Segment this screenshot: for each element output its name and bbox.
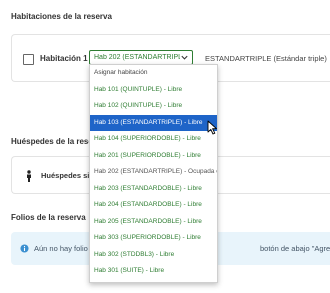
room-type-text: ESTANDARTRIPLE (Estándar triple) bbox=[205, 54, 327, 63]
dropdown-option[interactable]: Hab 204 (ESTANDARDOBLE) - Libre bbox=[90, 197, 217, 214]
dropdown-option[interactable]: Asignar habitación bbox=[90, 65, 217, 82]
dropdown-option[interactable]: Hab 101 (QUINTUPLE) - Libre bbox=[90, 82, 217, 99]
room-checkbox[interactable] bbox=[23, 54, 34, 65]
mouse-cursor-icon bbox=[207, 120, 217, 135]
dropdown-option[interactable]: Hab 303 (SUPERIORDOBLE) - Libre bbox=[90, 230, 217, 247]
info-icon bbox=[20, 244, 29, 253]
guests-label: Huéspedes sin bbox=[41, 171, 94, 180]
dropdown-option-occupied[interactable]: Hab 202 (ESTANDARTRIPLE) - Ocupada o blo… bbox=[90, 164, 217, 181]
info-text-left: Aún no hay folio bbox=[34, 244, 88, 253]
dropdown-option[interactable]: Hab 301 (SUITE) - Libre bbox=[90, 263, 217, 280]
room-select[interactable]: Hab 202 (ESTANDARTRIPLE) bbox=[89, 50, 193, 65]
dropdown-option[interactable]: Hab 205 (ESTANDARDOBLE) - Libre bbox=[90, 214, 217, 231]
dropdown-option[interactable]: Hab 104 (SUPERIORDOBLE) - Libre bbox=[90, 131, 217, 148]
person-icon bbox=[27, 170, 31, 182]
room-label: Habitación 1 bbox=[40, 54, 88, 63]
dropdown-option[interactable]: Hab 203 (ESTANDARDOBLE) - Libre bbox=[90, 181, 217, 198]
room-dropdown-list: Asignar habitación Hab 101 (QUINTUPLE) -… bbox=[89, 64, 218, 283]
info-text-right: botón de abajo "Agrega bbox=[260, 244, 330, 253]
dropdown-option-selected[interactable]: Hab 103 (ESTANDARTRIPLE) - Libre bbox=[90, 114, 217, 131]
dropdown-option[interactable]: Hab 302 (STDDBL3) - Libre bbox=[90, 247, 217, 264]
rooms-section-title: Habitaciones de la reserva bbox=[11, 12, 112, 21]
chevron-down-icon bbox=[181, 55, 188, 60]
room-select-value: Hab 202 (ESTANDARTRIPLE) bbox=[94, 54, 180, 61]
dropdown-option[interactable]: Hab 201 (SUPERIORDOBLE) - Libre bbox=[90, 148, 217, 165]
folios-section-title: Folios de la reserva bbox=[11, 213, 86, 222]
dropdown-option[interactable]: Hab 102 (QUINTUPLE) - Libre bbox=[90, 98, 217, 115]
